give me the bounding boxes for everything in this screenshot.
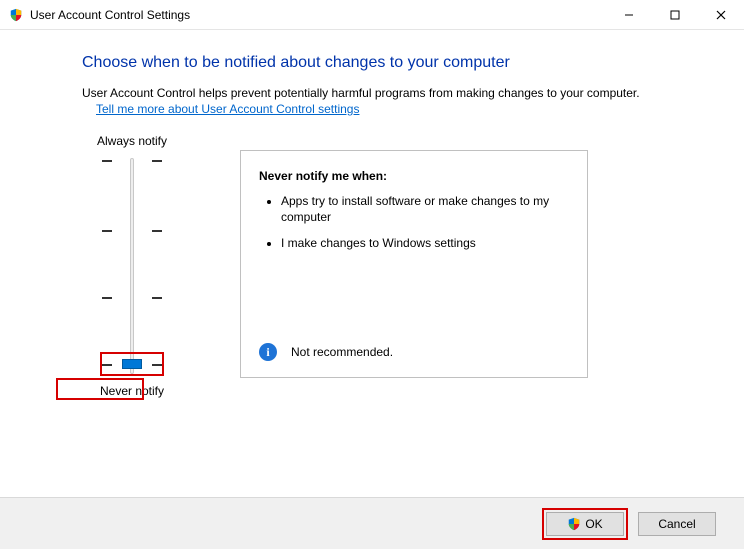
title-bar: User Account Control Settings xyxy=(0,0,744,30)
info-icon: i xyxy=(259,343,277,361)
notification-slider[interactable]: Always notify Never notify xyxy=(82,134,182,398)
panel-bullet: Apps try to install software or make cha… xyxy=(281,193,569,225)
uac-shield-icon xyxy=(567,517,581,531)
cancel-button[interactable]: Cancel xyxy=(638,512,716,536)
panel-bullet: I make changes to Windows settings xyxy=(281,235,569,251)
panel-bullet-list: Apps try to install software or make cha… xyxy=(263,193,569,252)
slider-bottom-label: Never notify xyxy=(100,384,164,398)
ok-button-label: OK xyxy=(585,517,602,531)
ok-button[interactable]: OK xyxy=(546,512,624,536)
minimize-button[interactable] xyxy=(606,0,652,29)
button-bar: OK Cancel xyxy=(0,497,744,549)
window-title: User Account Control Settings xyxy=(30,8,190,22)
uac-shield-icon xyxy=(8,7,24,23)
slider-thumb[interactable] xyxy=(122,359,142,369)
page-description: User Account Control helps prevent poten… xyxy=(82,86,696,100)
panel-title: Never notify me when: xyxy=(259,169,569,183)
slider-top-label: Always notify xyxy=(97,134,167,148)
annotation-highlight-ok: OK xyxy=(542,508,628,540)
cancel-button-label: Cancel xyxy=(658,517,695,531)
description-panel: Never notify me when: Apps try to instal… xyxy=(240,150,588,378)
slider-track[interactable] xyxy=(102,156,162,376)
close-button[interactable] xyxy=(698,0,744,29)
maximize-button[interactable] xyxy=(652,0,698,29)
learn-more-link[interactable]: Tell me more about User Account Control … xyxy=(96,102,359,116)
page-heading: Choose when to be notified about changes… xyxy=(82,54,696,72)
content-area: Choose when to be notified about changes… xyxy=(0,30,744,398)
recommendation-row: i Not recommended. xyxy=(259,343,393,361)
window-controls xyxy=(606,0,744,29)
recommendation-text: Not recommended. xyxy=(291,345,393,359)
